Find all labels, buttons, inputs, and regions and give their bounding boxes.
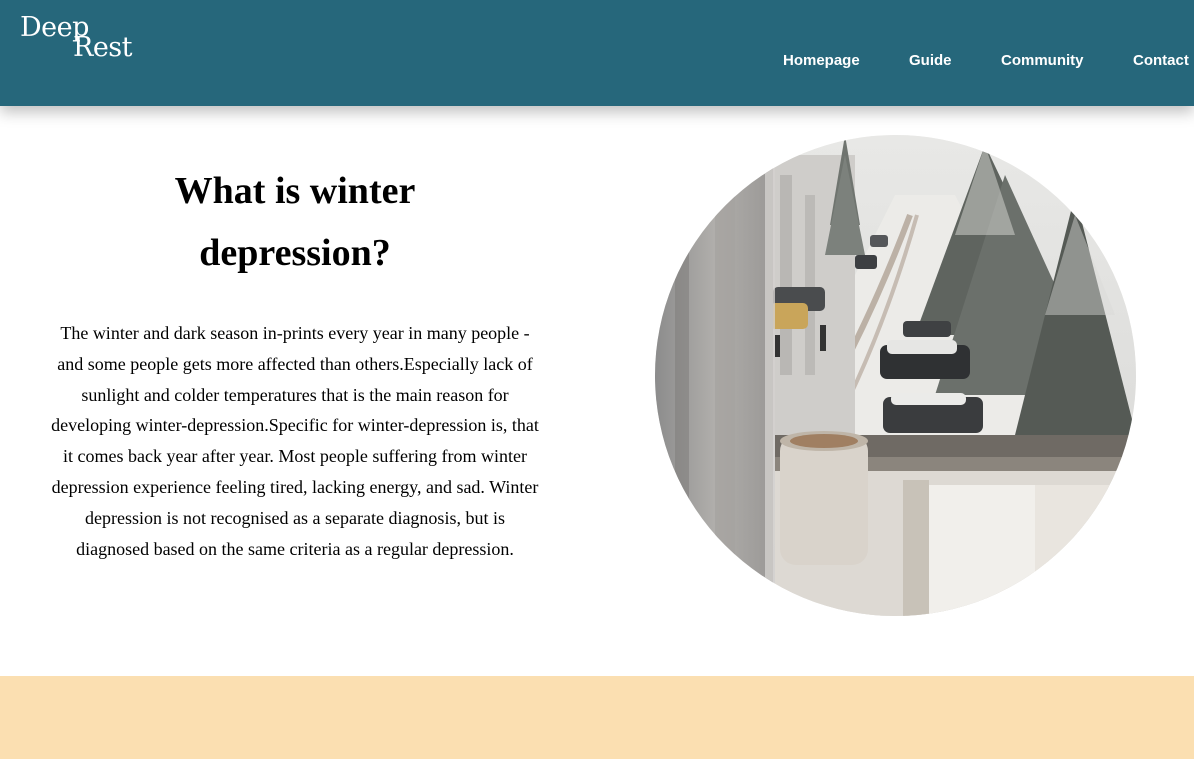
article-section: What is winter depression? The winter an… bbox=[50, 160, 540, 564]
nav-contact-link[interactable]: Contact bbox=[1133, 52, 1189, 69]
main-nav: Homepage Guide Community Contact bbox=[0, 52, 1194, 74]
nav-homepage-link[interactable]: Homepage bbox=[783, 52, 860, 69]
photo-illustration bbox=[655, 135, 1136, 616]
nav-guide-link[interactable]: Guide bbox=[909, 52, 952, 69]
nav-community-link[interactable]: Community bbox=[1001, 52, 1084, 69]
article-title: What is winter depression? bbox=[174, 170, 416, 274]
footer-band bbox=[0, 676, 1194, 759]
site-header: Deep Rest Homepage Guide Community Conta… bbox=[0, 0, 1194, 106]
article-body: The winter and dark season in-prints eve… bbox=[51, 323, 539, 559]
winter-window-photo bbox=[655, 135, 1136, 616]
